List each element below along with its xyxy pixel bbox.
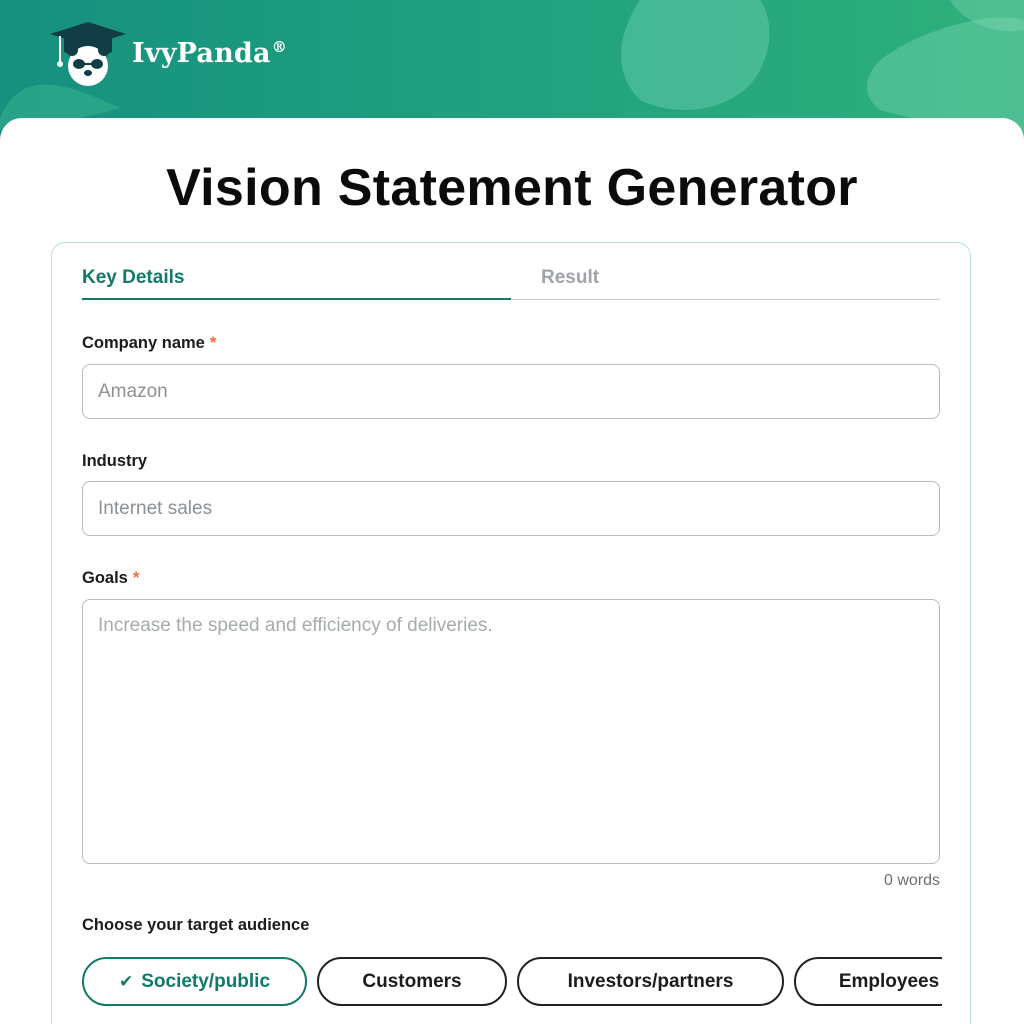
audience-chip-society[interactable]: ✔ Society/public	[82, 957, 307, 1006]
tab-key-details[interactable]: Key Details	[82, 267, 184, 289]
required-mark: *	[209, 334, 217, 352]
audience-chip-label: Society/public	[141, 970, 271, 992]
goals-label-text: Goals	[82, 569, 128, 587]
audience-chip-customers[interactable]: Customers	[317, 957, 507, 1006]
word-count: 0 words	[883, 872, 940, 889]
tab-bar: Key Details Result	[82, 243, 940, 300]
brand-logo[interactable]: IvyPanda®	[46, 18, 287, 88]
goals-textarea[interactable]	[82, 599, 940, 864]
brand-name: IvyPanda®	[132, 37, 287, 69]
audience-chip-label: Investors/partners	[567, 970, 734, 992]
company-name-input[interactable]	[82, 364, 940, 419]
target-audience-label: Choose your target audience	[82, 916, 310, 934]
industry-input[interactable]	[82, 481, 940, 536]
page-title: Vision Statement Generator	[166, 159, 858, 217]
audience-options: ✔ Society/public Customers Investors/par…	[82, 957, 942, 1009]
company-name-label: Company name *	[82, 334, 216, 353]
checkmark-icon: ✔	[118, 971, 134, 991]
audience-chip-investors[interactable]: Investors/partners	[517, 957, 784, 1006]
company-name-label-text: Company name	[82, 334, 205, 352]
tab-result[interactable]: Result	[541, 267, 599, 289]
required-mark: *	[132, 569, 140, 587]
active-tab-indicator	[82, 298, 511, 300]
industry-label: Industry	[82, 452, 148, 470]
registered-mark: ®	[271, 37, 287, 56]
goals-label: Goals *	[82, 569, 139, 588]
generator-card: Key Details Result Company name* Industr…	[51, 242, 971, 1024]
audience-chip-label: Customers	[362, 970, 462, 992]
panda-graduation-cap-icon	[50, 22, 126, 86]
audience-chip-label: Employees	[838, 970, 940, 992]
audience-chip-employees[interactable]: Employees	[794, 957, 942, 1006]
